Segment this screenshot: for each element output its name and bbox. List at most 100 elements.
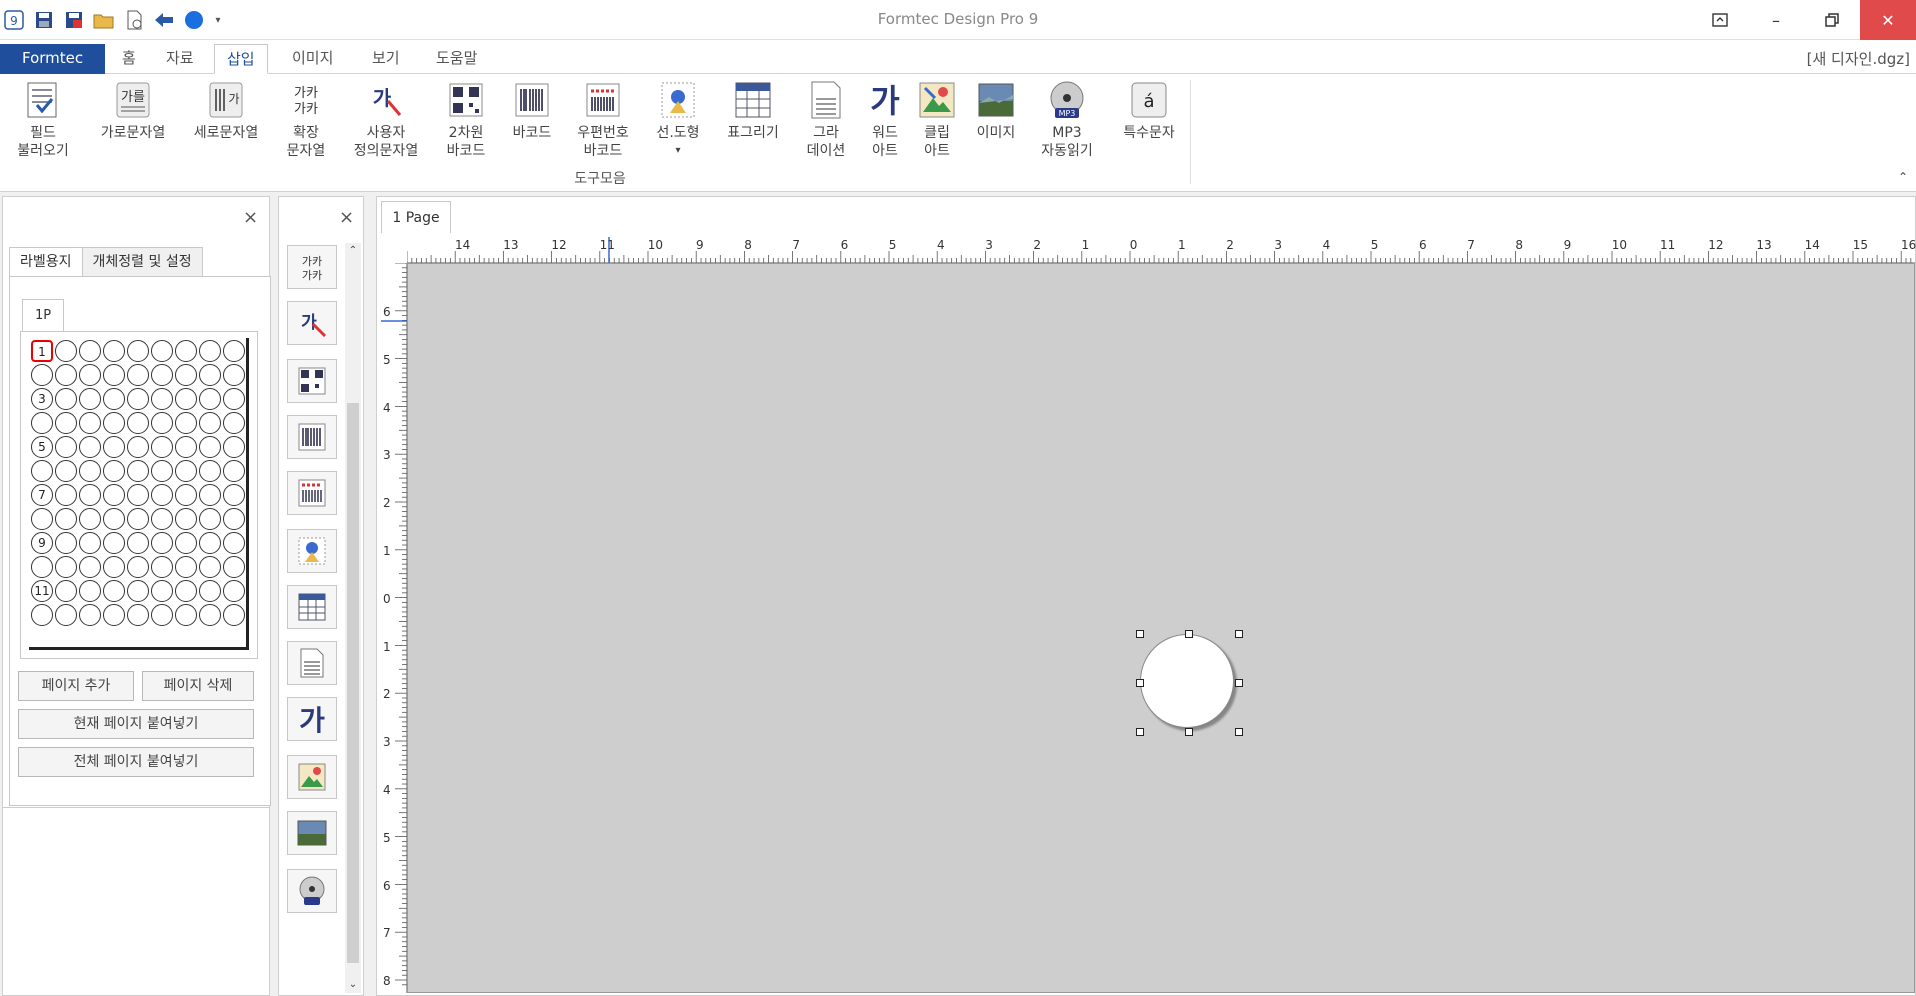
resize-handle-b[interactable] [1185,728,1193,736]
label-cell[interactable] [223,412,245,434]
label-cell[interactable] [31,412,53,434]
label-cell[interactable] [127,388,149,410]
restore-button[interactable] [1804,0,1860,40]
line-shape-button[interactable]: 선.도형 ▾ [646,80,710,160]
label-cell[interactable] [55,484,77,506]
close-panel-icon[interactable]: × [243,207,258,228]
label-cell[interactable] [127,460,149,482]
label-cell[interactable] [175,436,197,458]
tool-gradation[interactable] [287,641,337,685]
label-cell[interactable]: 7 [31,484,53,506]
label-cell[interactable] [127,484,149,506]
extended-text-button[interactable]: 가카 가카 확장 문자열 [276,80,336,160]
label-cell[interactable] [127,580,149,602]
label-cell[interactable] [151,508,173,530]
barcode-button[interactable]: 바코드 [504,80,560,142]
label-cell[interactable] [79,580,101,602]
label-cell[interactable] [223,388,245,410]
collapse-ribbon-icon[interactable]: ⌃ [1898,170,1908,184]
tool-extended-text[interactable]: 가카 가카 [287,245,337,289]
label-cell[interactable] [199,364,221,386]
qr-barcode-button[interactable]: 2차원 바코드 [436,80,496,160]
delete-page-button[interactable]: 페이지 삭제 [142,671,254,701]
label-cell[interactable] [175,388,197,410]
label-cell[interactable] [79,556,101,578]
label-cell[interactable] [79,364,101,386]
label-cell[interactable] [31,604,53,626]
toolbox-scrollbar[interactable]: ⌃ ⌄ [345,243,361,993]
label-cell[interactable] [175,508,197,530]
label-cell[interactable] [223,460,245,482]
label-cell[interactable] [55,340,77,362]
label-cell[interactable] [79,340,101,362]
tab-label-paper[interactable]: 라벨용지 [9,247,83,277]
ribbon-display-icon[interactable] [1692,0,1748,40]
label-cell[interactable] [223,508,245,530]
label-cell[interactable] [103,556,125,578]
clip-art-button[interactable]: 클립 아트 [912,80,962,160]
label-cell[interactable] [103,412,125,434]
label-cell[interactable] [199,484,221,506]
label-cell[interactable] [223,532,245,554]
label-cell[interactable] [55,556,77,578]
label-cell[interactable] [103,580,125,602]
label-cell[interactable] [79,508,101,530]
label-cell[interactable] [127,436,149,458]
label-cell[interactable] [31,364,53,386]
label-cell[interactable] [199,436,221,458]
mp3-auto-read-button[interactable]: MP3 MP3 자동읽기 [1032,80,1102,160]
label-cell[interactable] [127,604,149,626]
label-cell[interactable] [223,580,245,602]
label-cell[interactable] [199,556,221,578]
label-cell[interactable] [31,556,53,578]
label-cell[interactable] [55,532,77,554]
resize-handle-bl[interactable] [1136,728,1144,736]
resize-handle-l[interactable] [1136,679,1144,687]
paste-all-pages-button[interactable]: 전체 페이지 붙여넣기 [18,747,254,777]
resize-handle-r[interactable] [1235,679,1243,687]
label-cell[interactable] [151,364,173,386]
label-cell[interactable] [103,460,125,482]
label-cell[interactable] [103,436,125,458]
label-cell[interactable] [199,388,221,410]
label-cell[interactable] [151,412,173,434]
field-load-button[interactable]: 필드 불러오기 [10,80,76,160]
special-char-button[interactable]: á 특수문자 [1112,80,1186,142]
custom-text-button[interactable]: 가 사용자 정의문자열 [346,80,426,160]
add-page-button[interactable]: 페이지 추가 [18,671,134,701]
label-cell[interactable] [127,340,149,362]
label-cell[interactable] [175,580,197,602]
label-cell[interactable] [151,580,173,602]
circle-shape-object[interactable] [1140,634,1234,728]
label-cell[interactable] [79,484,101,506]
label-cell[interactable] [175,412,197,434]
label-cell[interactable] [55,580,77,602]
label-cell[interactable] [151,436,173,458]
tab-insert[interactable]: 삽입 [214,44,268,74]
scroll-down-icon[interactable]: ⌄ [345,977,361,993]
label-cell[interactable] [223,364,245,386]
label-cell[interactable] [127,508,149,530]
label-cell[interactable] [199,460,221,482]
tool-barcode[interactable] [287,415,337,459]
paste-current-page-button[interactable]: 현재 페이지 붙여넣기 [18,709,254,739]
label-cell[interactable] [79,388,101,410]
label-cell[interactable] [223,436,245,458]
resize-handle-br[interactable] [1235,728,1243,736]
image-button[interactable]: 이미지 [966,80,1026,142]
resize-handle-tr[interactable] [1235,630,1243,638]
label-cell[interactable] [127,532,149,554]
label-cell[interactable]: 3 [31,388,53,410]
label-cell[interactable] [199,580,221,602]
label-cell[interactable] [175,556,197,578]
label-cell[interactable] [127,364,149,386]
label-cell[interactable] [79,436,101,458]
label-cell[interactable] [103,364,125,386]
label-cell[interactable] [103,532,125,554]
tool-custom-text[interactable]: 가 [287,301,337,345]
label-cell[interactable] [175,364,197,386]
label-cell[interactable] [103,340,125,362]
label-cell[interactable]: 1 [31,340,53,362]
scroll-up-icon[interactable]: ⌃ [345,243,361,259]
horizontal-text-button[interactable]: 가를 가로문자열 [90,80,176,142]
